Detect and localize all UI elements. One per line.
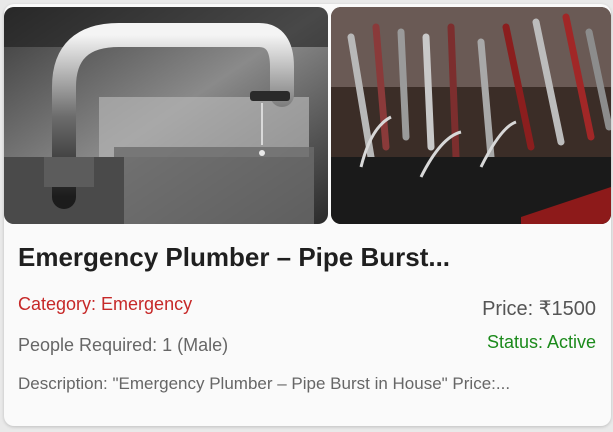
status-badge: Status: Active <box>486 332 596 352</box>
job-title[interactable]: Emergency Plumber – Pipe Burst... <box>18 242 598 273</box>
category-label: Category: Emergency <box>18 294 193 314</box>
faucet-photo <box>4 7 328 224</box>
job-card[interactable]: Emergency Plumber – Pipe Burst... Catego… <box>4 4 611 426</box>
price-label: Price: ₹1500 <box>482 298 596 320</box>
description: Description: "Emergency Plumber – Pipe B… <box>18 374 511 393</box>
tools-photo <box>331 7 611 224</box>
people-required: People Required: 1 (Male) <box>18 335 229 355</box>
